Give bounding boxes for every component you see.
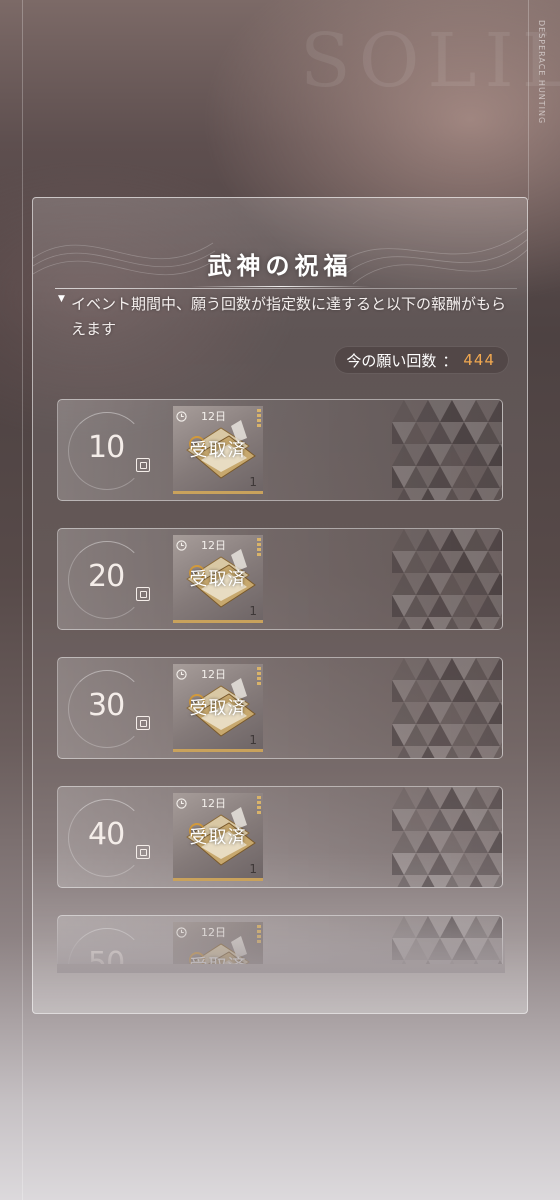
frame-line-left	[22, 0, 23, 1200]
claimed-status: 受取済	[189, 827, 247, 848]
description-divider	[55, 288, 517, 289]
row-triangle-pattern	[392, 400, 502, 500]
reward-threshold: 40	[88, 817, 125, 852]
description-marker-icon: ▼	[58, 294, 65, 304]
item-rarity-stripe	[257, 409, 261, 429]
reward-item[interactable]: 12日 受取済 1	[173, 664, 263, 752]
row-triangle-pattern	[392, 529, 502, 629]
reward-row: 30 12日 受取済 1	[57, 657, 503, 759]
claimed-status: 受取済	[189, 698, 247, 719]
count-unit-icon	[136, 587, 150, 601]
claimed-status: 受取済	[189, 569, 247, 590]
wish-count-label: 今の願い回数	[346, 351, 437, 370]
reward-row: 20 12日 受取済 1	[57, 528, 503, 630]
item-duration: 12日	[176, 408, 226, 424]
reward-threshold: 20	[88, 559, 125, 594]
reward-row: 10 12日 受取済 1	[57, 399, 503, 501]
item-rarity-stripe	[257, 667, 261, 687]
clock-icon	[176, 410, 187, 422]
clock-icon	[176, 539, 187, 551]
reward-row: 40 12日 受取済 1	[57, 786, 503, 888]
item-days-label: 12日	[201, 539, 226, 552]
background-watermark: SOLIL	[300, 18, 560, 104]
item-duration: 12日	[176, 537, 226, 553]
item-duration: 12日	[176, 666, 226, 682]
item-quantity: 1	[249, 733, 257, 747]
reward-item[interactable]: 12日 受取済 1	[173, 406, 263, 494]
item-duration: 12日	[176, 795, 226, 811]
reward-panel: 武神の祝福 ▼ イベント期間中、願う回数が指定数に達すると以下の報酬がもらえます…	[32, 197, 528, 1014]
panel-title-area: 武神の祝福	[33, 246, 527, 287]
clock-icon	[176, 668, 187, 680]
row-triangle-pattern	[392, 658, 502, 758]
row-triangle-pattern	[392, 787, 502, 887]
clock-icon	[176, 797, 187, 809]
item-quantity: 1	[249, 604, 257, 618]
item-rarity-stripe	[257, 538, 261, 558]
item-rarity-stripe	[257, 796, 261, 816]
count-unit-icon	[136, 458, 150, 472]
reward-threshold: 30	[88, 688, 125, 723]
wish-count-badge: 今の願い回数 ： 444	[334, 346, 509, 374]
count-unit-icon	[136, 716, 150, 730]
title-divider	[191, 286, 371, 287]
claimed-status: 受取済	[189, 440, 247, 461]
wish-count-value: 444	[463, 351, 495, 369]
frame-line-right	[528, 0, 529, 200]
reward-list[interactable]: 10 12日 受取済 1 20 12日 受取済 1 30 12日 受取済 1 4…	[57, 399, 505, 964]
item-days-label: 12日	[201, 797, 226, 810]
item-days-label: 12日	[201, 410, 226, 423]
count-unit-icon	[136, 845, 150, 859]
panel-title: 武神の祝福	[207, 251, 353, 280]
item-days-label: 12日	[201, 668, 226, 681]
wish-count-colon: ：	[442, 351, 458, 370]
event-description: イベント期間中、願う回数が指定数に達すると以下の報酬がもらえます	[71, 295, 507, 338]
list-fade-overlay	[57, 913, 505, 973]
reward-item[interactable]: 12日 受取済 1	[173, 535, 263, 623]
brand-text: DESPERACE HUNTING	[537, 20, 546, 125]
item-quantity: 1	[249, 862, 257, 876]
reward-item[interactable]: 12日 受取済 1	[173, 793, 263, 881]
reward-threshold: 10	[88, 430, 125, 465]
item-quantity: 1	[249, 475, 257, 489]
